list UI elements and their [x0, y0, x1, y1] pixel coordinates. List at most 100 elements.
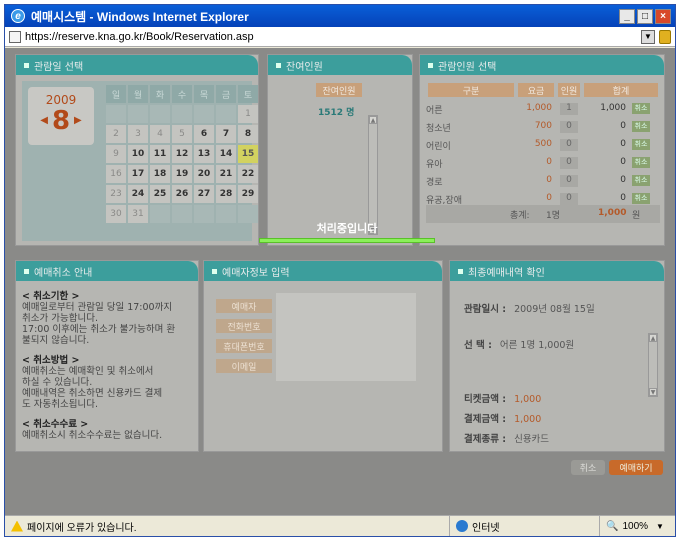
- confirm-paytype-label: 결제종류 :: [464, 434, 507, 445]
- scroll-down-icon[interactable]: ▼: [649, 388, 657, 396]
- calendar-day[interactable]: 21: [216, 165, 236, 183]
- processing-overlay: 처리중입니다: [259, 220, 435, 250]
- confirm-selection-row: 선 택 : 어른 1명 1,000원: [464, 337, 574, 351]
- ticket-row: 어린이 500 0 0 취소: [426, 137, 658, 153]
- calendar-day[interactable]: 12: [172, 145, 192, 163]
- remain-scrollbar[interactable]: ▲ ▼: [368, 115, 378, 235]
- remain-column-header: 잔여인원: [316, 83, 362, 97]
- calendar-day[interactable]: 14: [216, 145, 236, 163]
- col-header-type: 구분: [428, 83, 514, 97]
- calendar-grid: 일 월 화 수 목 금 토 1 2 3 4 5 6 7 8 9 10 11 12 13 14 15 16 17 18 19 20 21…: [106, 85, 258, 223]
- calendar-day[interactable]: 26: [172, 185, 192, 203]
- calendar-day[interactable]: 15: [238, 145, 258, 163]
- calendar-day[interactable]: 27: [194, 185, 214, 203]
- ticket-qty[interactable]: 0: [560, 121, 578, 133]
- zoom-level: 100%: [622, 520, 649, 532]
- weekday-header: 월: [128, 85, 148, 103]
- ticket-row: 청소년 700 0 0 취소: [426, 119, 658, 135]
- calendar-day[interactable]: 9: [106, 145, 126, 163]
- calendar-day[interactable]: 8: [238, 125, 258, 143]
- cancel-button[interactable]: 취소: [571, 460, 605, 475]
- calendar-day[interactable]: 10: [128, 145, 148, 163]
- close-button[interactable]: ×: [655, 8, 671, 24]
- prev-month-icon[interactable]: ◀: [40, 107, 48, 135]
- calendar-day[interactable]: 3: [128, 125, 148, 143]
- ticket-qty[interactable]: 0: [560, 139, 578, 151]
- cancel-deadline-text: < 취소기한 > 예매일로부터 관람일 당일 17:00까지 취소가 가능합니다…: [22, 291, 175, 346]
- zone-label: 인터넷: [472, 522, 500, 534]
- next-month-icon[interactable]: ▶: [74, 107, 82, 135]
- page-icon: [9, 30, 21, 43]
- ticket-qty[interactable]: 0: [560, 193, 578, 205]
- calendar-day[interactable]: 23: [106, 185, 126, 203]
- status-message[interactable]: 페이지에 오류가 있습니다.: [27, 519, 449, 534]
- cancel-method-line: 예매취소는 예매확인 및 취소에서: [22, 366, 154, 377]
- ticket-cancel-button[interactable]: 취소: [632, 121, 650, 132]
- remain-count: 1512 명: [318, 108, 355, 118]
- ticket-qty[interactable]: 0: [560, 157, 578, 169]
- calendar-day[interactable]: 5: [172, 125, 192, 143]
- weekday-header: 목: [194, 85, 214, 103]
- people-panel-header: 관람인원 선택: [420, 55, 664, 75]
- ticket-sum: 0: [620, 121, 626, 131]
- ie-logo-icon: e: [11, 9, 25, 23]
- weekday-header: 일: [106, 85, 126, 103]
- calendar-empty-cell: [172, 105, 192, 123]
- calendar-day[interactable]: 19: [172, 165, 192, 183]
- calendar-day[interactable]: 16: [106, 165, 126, 183]
- calendar-day[interactable]: 20: [194, 165, 214, 183]
- security-zone: 인터넷: [449, 516, 599, 536]
- calendar-day[interactable]: 11: [150, 145, 170, 163]
- calendar-day[interactable]: 13: [194, 145, 214, 163]
- ticket-cancel-button[interactable]: 취소: [632, 193, 650, 204]
- cancel-method-line: 예매내역은 취소하면 신용카드 결제: [22, 388, 163, 399]
- scroll-up-icon[interactable]: ▲: [369, 116, 377, 124]
- calendar-day[interactable]: 2: [106, 125, 126, 143]
- address-dropdown-button[interactable]: ▼: [641, 29, 655, 44]
- minimize-button[interactable]: _: [619, 8, 635, 24]
- ticket-cancel-button[interactable]: 취소: [632, 157, 650, 168]
- confirm-scrollbar[interactable]: ▲ ▼: [648, 333, 658, 397]
- maximize-button[interactable]: □: [637, 8, 653, 24]
- calendar-day[interactable]: 31: [128, 205, 148, 223]
- calendar-day[interactable]: 1: [238, 105, 258, 123]
- ticket-type: 유아: [426, 160, 443, 170]
- calendar-empty-cell: [106, 105, 126, 123]
- calendar-day[interactable]: 30: [106, 205, 126, 223]
- total-label: 총계:: [510, 211, 530, 221]
- zoom-control[interactable]: 🔍 100% ▼: [599, 516, 675, 536]
- url-field[interactable]: https://reserve.kna.go.kr/Book/Reservati…: [25, 31, 641, 43]
- ticket-type: 어린이: [426, 142, 451, 152]
- processing-text: 처리중입니다: [316, 222, 378, 235]
- calendar-day[interactable]: 17: [128, 165, 148, 183]
- cancel-method-text: < 취소방법 > 예매취소는 예매확인 및 취소에서 하실 수 있습니다. 예매…: [22, 355, 162, 410]
- calendar-day[interactable]: 29: [238, 185, 258, 203]
- calendar-day[interactable]: 6: [194, 125, 214, 143]
- ticket-qty[interactable]: 1: [560, 103, 578, 115]
- calendar-day[interactable]: 25: [150, 185, 170, 203]
- calendar-day[interactable]: 18: [150, 165, 170, 183]
- warning-icon[interactable]: [11, 520, 23, 532]
- book-button[interactable]: 예매하기: [609, 460, 663, 475]
- address-bar: https://reserve.kna.go.kr/Book/Reservati…: [5, 27, 675, 47]
- date-panel-title: 관람일 선택: [34, 61, 84, 73]
- ticket-cancel-button[interactable]: 취소: [632, 175, 650, 186]
- calendar-day[interactable]: 7: [216, 125, 236, 143]
- ticket-qty[interactable]: 0: [560, 175, 578, 187]
- people-panel: 관람인원 선택 구분 요금 인원 합계 어른 1,000 1 1,000 취소 청소년 70…: [419, 54, 665, 246]
- lock-icon[interactable]: [659, 29, 671, 44]
- ticket-row: 경로 0 0 0 취소: [426, 173, 658, 189]
- ticket-type: 어른: [426, 106, 443, 116]
- calendar-day[interactable]: 22: [238, 165, 258, 183]
- scroll-up-icon[interactable]: ▲: [649, 334, 657, 342]
- ticket-cancel-button[interactable]: 취소: [632, 139, 650, 150]
- calendar-day[interactable]: 4: [150, 125, 170, 143]
- calendar-day[interactable]: 28: [216, 185, 236, 203]
- ticket-cancel-button[interactable]: 취소: [632, 103, 650, 114]
- cancel-deadline-title: < 취소기한 >: [22, 291, 80, 302]
- confirm-panel-title: 최종예매내역 확인: [468, 267, 545, 279]
- calendar-day[interactable]: 24: [128, 185, 148, 203]
- zoom-dropdown-icon[interactable]: ▼: [656, 522, 664, 531]
- col-header-price: 요금: [518, 83, 554, 97]
- booker-input-area[interactable]: [276, 293, 416, 381]
